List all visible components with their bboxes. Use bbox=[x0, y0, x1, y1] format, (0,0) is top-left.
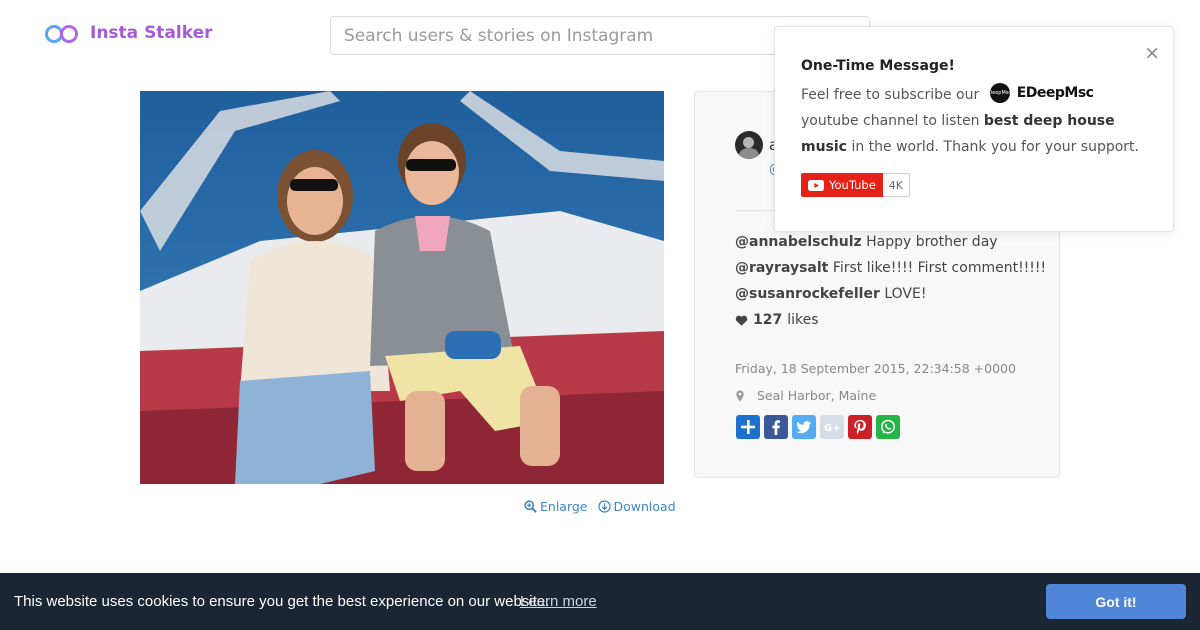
channel-logo-icon: DeepMsc bbox=[988, 83, 1012, 103]
comment-text: Happy brother day bbox=[866, 234, 998, 250]
close-button[interactable]: × bbox=[1144, 44, 1160, 63]
youtube-icon bbox=[808, 179, 824, 191]
share-buttons: G+ bbox=[736, 415, 900, 439]
download-icon bbox=[597, 500, 611, 513]
comment-item: @susanrockefeller LOVE! bbox=[735, 281, 1046, 307]
twitter-icon bbox=[796, 421, 811, 434]
comments-list: @annabelschulz Happy brother day @rayray… bbox=[735, 229, 1046, 333]
one-time-message-popup: × One-Time Message! Feel free to subscri… bbox=[774, 26, 1174, 232]
popup-title: One-Time Message! bbox=[801, 58, 955, 74]
whatsapp-icon bbox=[881, 419, 895, 434]
comment-user[interactable]: @rayraysalt bbox=[735, 260, 828, 276]
popup-body-mid: youtube channel to listen bbox=[801, 113, 980, 129]
post-timestamp: Friday, 18 September 2015, 22:34:58 +000… bbox=[735, 361, 1016, 376]
popup-body-prefix: Feel free to subscribe our bbox=[801, 87, 980, 103]
channel-logo-text: DeepMsc bbox=[988, 90, 1012, 96]
plus-icon bbox=[741, 420, 755, 434]
share-button[interactable] bbox=[736, 415, 760, 439]
pinterest-icon bbox=[854, 420, 866, 435]
location-label[interactable]: Seal Harbor, Maine bbox=[757, 388, 876, 403]
cookie-consent-bar: This website uses cookies to ensure you … bbox=[0, 573, 1200, 630]
likes-row: 127 likes bbox=[735, 307, 1046, 333]
channel-brand[interactable]: DeepMsc EDeepMsc bbox=[988, 80, 1094, 106]
site-logo[interactable]: Insta Stalker bbox=[45, 22, 213, 44]
comment-item: @annabelschulz Happy brother day bbox=[735, 229, 1046, 255]
facebook-icon bbox=[772, 420, 780, 435]
post-photo[interactable] bbox=[140, 91, 664, 484]
subscriber-count: 4K bbox=[882, 173, 910, 197]
likes-label: likes bbox=[787, 312, 819, 328]
facebook-share-button[interactable] bbox=[764, 415, 788, 439]
enlarge-link[interactable]: Enlarge bbox=[524, 499, 588, 514]
channel-name: EDeepMsc bbox=[1016, 85, 1094, 101]
download-label: Download bbox=[613, 499, 676, 514]
heart-icon bbox=[735, 315, 748, 326]
twitter-share-button[interactable] bbox=[792, 415, 816, 439]
enlarge-label: Enlarge bbox=[540, 499, 588, 514]
comment-text: First like!!!! First comment!!!!! bbox=[832, 260, 1047, 276]
popup-body-suffix: in the world. Thank you for your support… bbox=[851, 139, 1139, 155]
pinterest-share-button[interactable] bbox=[848, 415, 872, 439]
cookie-message: This website uses cookies to ensure you … bbox=[14, 593, 550, 610]
post-location: Seal Harbor, Maine bbox=[735, 388, 876, 403]
boat-photo-image bbox=[140, 91, 664, 484]
youtube-subscribe-widget: YouTube 4K bbox=[801, 173, 910, 197]
logo-icon bbox=[45, 22, 81, 44]
comment-text: LOVE! bbox=[884, 286, 927, 302]
comment-user[interactable]: @annabelschulz bbox=[735, 234, 862, 250]
likes-count: 127 bbox=[753, 312, 783, 328]
svg-text:G+: G+ bbox=[824, 423, 841, 434]
learn-more-link[interactable]: Learn more bbox=[520, 593, 597, 610]
google-plus-icon: G+ bbox=[824, 423, 841, 434]
whatsapp-share-button[interactable] bbox=[876, 415, 900, 439]
media-actions: Enlarge Download bbox=[524, 499, 676, 514]
got-it-button[interactable]: Got it! bbox=[1046, 584, 1186, 619]
download-link[interactable]: Download bbox=[597, 499, 676, 514]
avatar[interactable] bbox=[735, 131, 763, 159]
youtube-subscribe-button[interactable]: YouTube bbox=[801, 173, 883, 197]
comment-item: @rayraysalt First like!!!! First comment… bbox=[735, 255, 1046, 281]
youtube-label: YouTube bbox=[829, 178, 876, 192]
zoom-in-icon bbox=[524, 500, 537, 513]
comment-user[interactable]: @susanrockefeller bbox=[735, 286, 880, 302]
logo-text: Insta Stalker bbox=[90, 23, 213, 43]
map-pin-icon bbox=[736, 389, 744, 402]
google-plus-share-button[interactable]: G+ bbox=[820, 415, 844, 439]
popup-body: Feel free to subscribe our DeepMsc EDeep… bbox=[801, 82, 1151, 160]
